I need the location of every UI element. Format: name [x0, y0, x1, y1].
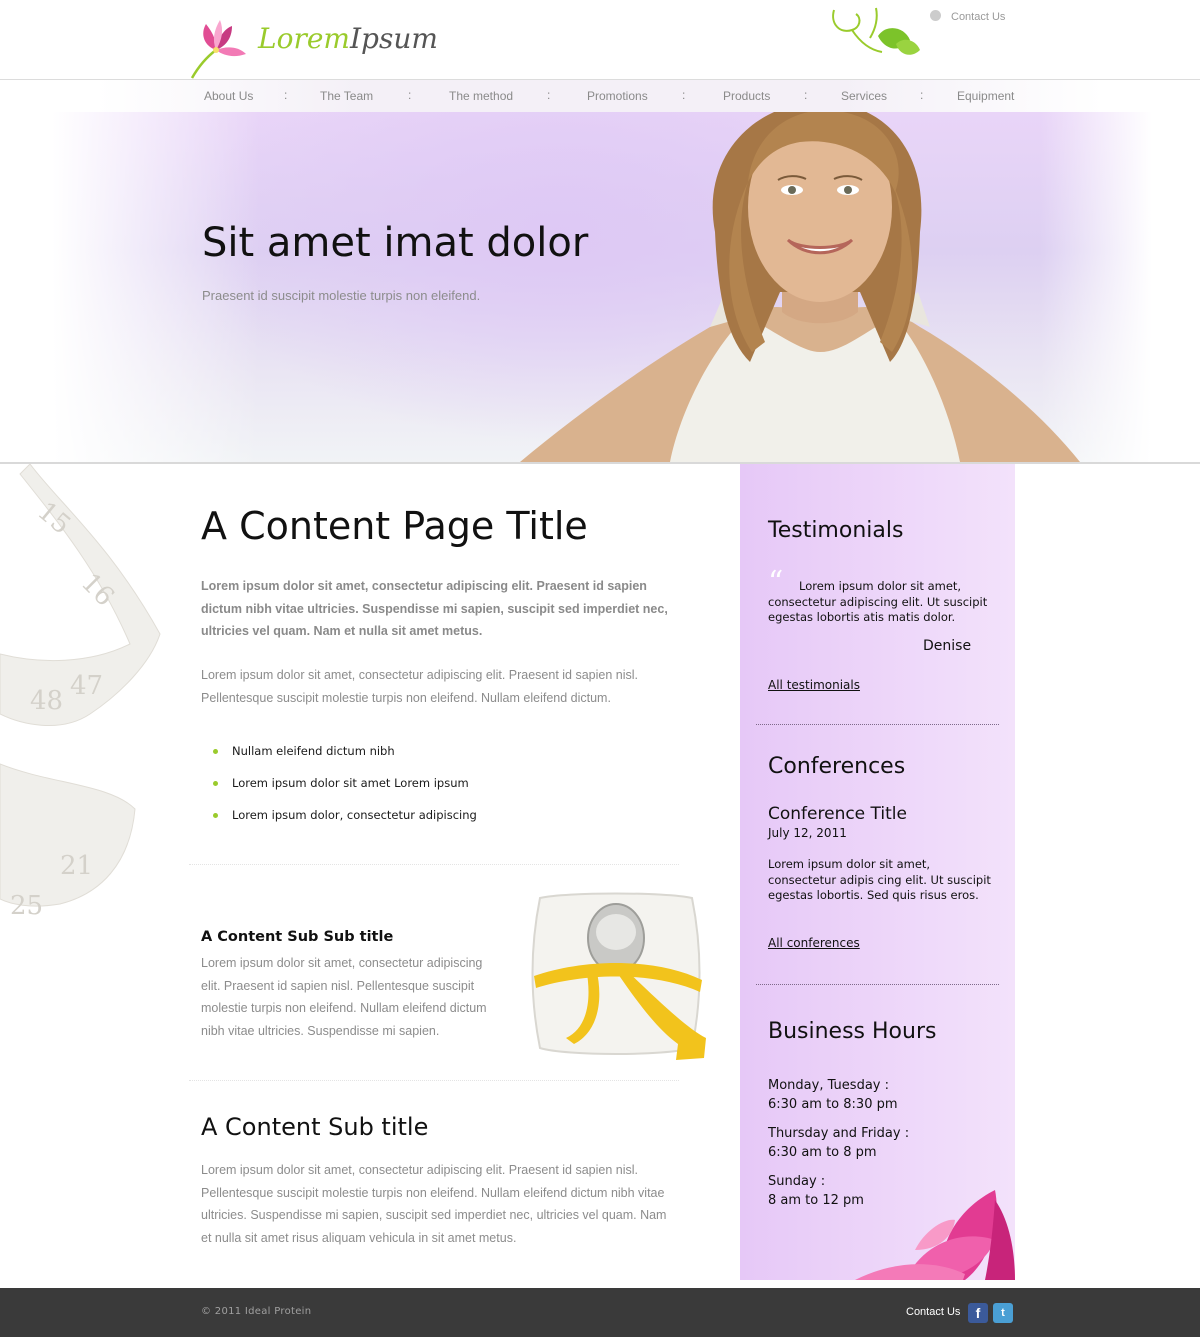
all-conferences-link[interactable]: All conferences	[768, 936, 860, 950]
contact-us-link[interactable]: Contact Us	[930, 10, 1005, 23]
intro-paragraph: Lorem ipsum dolor sit amet, consectetur …	[201, 668, 639, 705]
sub-title: A Content Sub title	[201, 1113, 429, 1141]
copyright-text: © 2011 Ideal Protein	[201, 1306, 312, 1317]
page-title: A Content Page Title	[201, 504, 588, 548]
conference-item-text: Lorem ipsum dolor sit amet, consectetur …	[768, 857, 991, 902]
all-testimonials-link[interactable]: All testimonials	[768, 678, 860, 692]
conference-item-date: July 12, 2011	[768, 826, 847, 840]
list-item-text: Lorem ipsum dolor sit amet Lorem ipsum	[232, 776, 469, 790]
nav-item-equipment[interactable]: Equipment	[957, 89, 1014, 103]
facebook-icon[interactable]: f	[968, 1303, 988, 1323]
conference-item-title: Conference Title	[768, 804, 907, 824]
nav-separator: :	[284, 88, 288, 102]
testimonial-quote: Lorem ipsum dolor sit amet, consectetur …	[768, 579, 988, 624]
nav-item-about-us[interactable]: About Us	[204, 89, 253, 103]
testimonial-author: Denise	[923, 638, 972, 654]
nav-separator: :	[547, 88, 551, 102]
contact-us-label: Contact Us	[951, 11, 1006, 23]
nav-separator: :	[920, 88, 924, 102]
list-item-text: Lorem ipsum dolor, consectetur adipiscin…	[232, 808, 477, 822]
flower-logo-icon	[190, 20, 246, 79]
nav-separator: :	[682, 88, 686, 102]
hours-time: 6:30 am to 8 pm	[768, 1145, 877, 1160]
hours-time: 6:30 am to 8:30 pm	[768, 1097, 898, 1112]
list-item-text: Nullam eleifend dictum nibh	[232, 744, 395, 758]
footer-contact-link[interactable]: Contact Us	[906, 1306, 960, 1318]
sub-paragraph: Lorem ipsum dolor sit amet, consectetur …	[201, 1163, 667, 1245]
main-nav: About Us : The Team : The method : Promo…	[0, 80, 1200, 112]
svg-text:25: 25	[10, 891, 43, 921]
hours-row: Monday, Tuesday : 6:30 am to 8:30 pm	[768, 1076, 998, 1114]
conferences-title: Conferences	[768, 754, 906, 779]
measuring-tape-decoration: 15 16 47 48 21 25	[0, 464, 161, 921]
logo-text[interactable]: LoremIpsum	[258, 22, 438, 55]
nav-item-promotions[interactable]: Promotions	[587, 89, 648, 103]
hours-days: Thursday and Friday :	[768, 1126, 910, 1141]
pink-flower-decoration	[855, 1190, 1015, 1280]
twitter-icon[interactable]: t	[993, 1303, 1013, 1323]
hours-row: Thursday and Friday : 6:30 am to 8 pm	[768, 1124, 998, 1162]
testimonials-title: Testimonials	[768, 518, 904, 543]
bullet-icon	[213, 781, 218, 786]
list-item: Nullam eleifend dictum nibh	[201, 740, 477, 772]
hero-woman-image	[520, 112, 1080, 462]
sidebar-divider	[756, 724, 999, 725]
nav-separator: :	[408, 88, 412, 102]
nav-item-products[interactable]: Products	[723, 89, 770, 103]
hero-title: Sit amet imat dolor	[202, 220, 589, 266]
content-divider	[189, 864, 679, 865]
bullet-icon	[213, 749, 218, 754]
logo-word-2: Ipsum	[349, 22, 438, 55]
list-item: Lorem ipsum dolor sit amet Lorem ipsum	[201, 772, 477, 804]
contact-icon	[930, 10, 941, 21]
sidebar-divider	[756, 984, 999, 985]
logo-word-1: Lorem	[258, 22, 350, 55]
list-item: Lorem ipsum dolor, consectetur adipiscin…	[201, 804, 477, 836]
vine-decoration-icon	[832, 7, 920, 55]
sidebar: Testimonials “ Lorem ipsum dolor sit ame…	[740, 464, 1015, 1280]
hero-banner: Sit amet imat dolor Praesent id suscipit…	[0, 112, 1200, 462]
hero-fade-left	[0, 112, 260, 462]
hero-subtitle: Praesent id suscipit molestie turpis non…	[202, 288, 481, 303]
svg-text:21: 21	[60, 851, 93, 881]
nav-item-the-method[interactable]: The method	[449, 89, 513, 103]
bullet-icon	[213, 813, 218, 818]
bathroom-scale-image	[531, 892, 706, 1060]
intro-lead-paragraph: Lorem ipsum dolor sit amet, consectetur …	[201, 579, 668, 638]
sub-sub-title: A Content Sub Sub title	[201, 929, 394, 945]
hours-days: Monday, Tuesday :	[768, 1078, 889, 1093]
svg-text:48: 48	[30, 686, 63, 716]
nav-separator: :	[804, 88, 808, 102]
business-hours-title: Business Hours	[768, 1019, 937, 1044]
bullet-list: Nullam eleifend dictum nibh Lorem ipsum …	[201, 740, 477, 836]
header: LoremIpsum Contact Us	[0, 0, 1200, 80]
sub-sub-paragraph: Lorem ipsum dolor sit amet, consectetur …	[201, 956, 487, 1038]
svg-text:47: 47	[70, 671, 103, 701]
nav-item-the-team[interactable]: The Team	[320, 89, 373, 103]
footer: © 2011 Ideal Protein Contact Us f t	[0, 1288, 1200, 1337]
nav-item-services[interactable]: Services	[841, 89, 887, 103]
content-divider	[189, 1080, 679, 1081]
